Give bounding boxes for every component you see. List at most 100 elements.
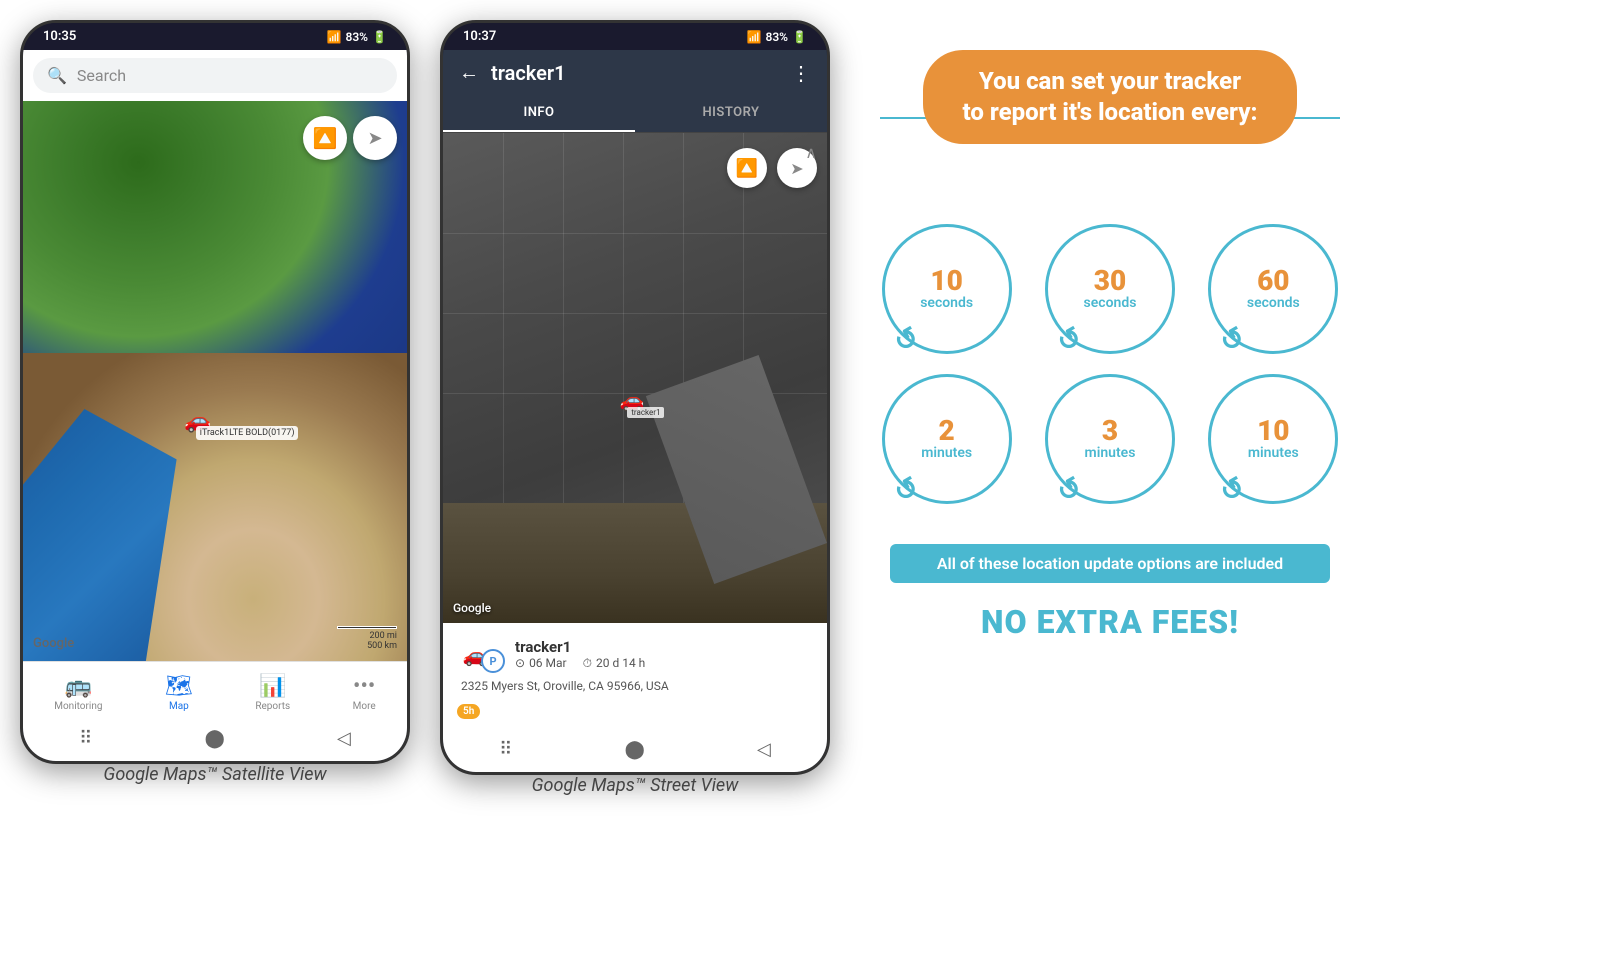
tab-history[interactable]: HISTORY (635, 95, 827, 132)
interval-10m-unit: minutes (1248, 445, 1299, 462)
phone1-wrapper: 10:35 📶 83% 🔋 🔍 Search (20, 20, 410, 785)
search-icon: 🔍 (47, 66, 67, 85)
tracker-address: 2325 Myers St, Oroville, CA 95966, USA (457, 679, 813, 693)
map-compass[interactable]: 🔼 (303, 116, 347, 160)
tracker-info-panel: 🚗 P tracker1 ⊙ 06 Mar ⏱ (443, 623, 827, 731)
tracker-label: iTrack1LTE BOLD(0177) (196, 426, 299, 440)
search-input[interactable]: Search (77, 66, 383, 85)
monitoring-icon: 🚌 (65, 674, 92, 699)
phone2-signal-icon: 📶 (747, 30, 762, 44)
phone1-bottom-nav: 🚌 Monitoring 🗺 Map 📊 Reports ••• More (23, 661, 407, 720)
phone1-search-area: 🔍 Search (23, 50, 407, 101)
phone2-time: 10:37 (463, 29, 496, 44)
no-fees-text: NO EXTRA FEES! (981, 603, 1239, 641)
phone1-signal-icon: 📶 (327, 30, 342, 44)
phone2-battery-icon: 🔋 (792, 30, 807, 44)
nav-map-label: Map (169, 701, 189, 712)
interval-30s-unit: seconds (1084, 295, 1137, 312)
interval-3m-number: 3 (1102, 417, 1118, 445)
nav-more[interactable]: ••• More (343, 670, 386, 716)
phone1-caption: Google Maps™ Satellite View (20, 764, 410, 785)
interval-60s-arrow: ↺ (1214, 319, 1251, 360)
phone1-map[interactable]: 🔼 ➤ 🚗 iTrack1LTE BOLD(0177) Google 200 m… (23, 101, 407, 661)
intervals-grid: 10 seconds ↺ 30 seconds ↺ 60 secon (880, 224, 1340, 504)
more-button[interactable]: ⋮ (791, 61, 811, 85)
main-layout: 10:35 📶 83% 🔋 🔍 Search (20, 20, 1360, 796)
tab-info[interactable]: INFO (443, 95, 635, 132)
interval-2m-number: 2 (939, 417, 955, 445)
more-icon: ••• (353, 674, 375, 699)
phone1-time: 10:35 (43, 29, 76, 44)
tracker-duration-item: ⏱ 20 d 14 h (583, 656, 646, 671)
interval-10s: 10 seconds ↺ (880, 224, 1013, 354)
interval-3m-unit: minutes (1085, 445, 1136, 462)
interval-3m: 3 minutes ↺ (1043, 374, 1176, 504)
scale-200mi: 200 mi (370, 631, 398, 641)
interval-circle-60s: 60 seconds ↺ (1208, 224, 1338, 354)
phone2-caption: Google Maps™ Street View (440, 775, 830, 796)
map-scale: 200 mi 500 km (337, 626, 397, 651)
interval-30s-arrow: ↺ (1051, 319, 1088, 360)
interval-10m: 10 minutes ↺ (1207, 374, 1340, 504)
interval-circle-3m: 3 minutes ↺ (1045, 374, 1175, 504)
phone2-wrapper: 10:37 📶 83% 🔋 ← tracker1 ⋮ INFO HI (440, 20, 830, 796)
interval-circle-30s: 30 seconds ↺ (1045, 224, 1175, 354)
interval-2m-unit: minutes (921, 445, 972, 462)
interval-30s-number: 30 (1094, 267, 1126, 295)
tracker-info-header: 🚗 P tracker1 ⊙ 06 Mar ⏱ (457, 635, 813, 673)
page-container: 10:35 📶 83% 🔋 🔍 Search (20, 20, 1360, 796)
map-compass2[interactable]: 🔼 (727, 148, 767, 188)
gesture2-recent[interactable]: ⠿ (499, 739, 512, 760)
gesture-recent[interactable]: ⠿ (79, 728, 92, 749)
tracker-icon-group: 🚗 P (457, 635, 505, 673)
back-button[interactable]: ← (459, 60, 479, 85)
tracker-date: 06 Mar (529, 656, 567, 670)
clock-icon: ⊙ (515, 656, 525, 670)
gesture-back[interactable]: ◁ (337, 728, 351, 749)
nav-monitoring[interactable]: 🚌 Monitoring (44, 670, 112, 716)
timer-icon: ⏱ (583, 656, 592, 671)
interval-10s-number: 10 (930, 267, 962, 295)
phone2-status-right: 📶 83% 🔋 (747, 30, 807, 44)
headline-text: You can set your trackerto report it's l… (963, 67, 1258, 126)
phone1-battery: 83% (345, 30, 368, 44)
interval-30s: 30 seconds ↺ (1043, 224, 1176, 354)
scroll-indicator[interactable]: ∧ (805, 143, 817, 162)
right-panel: You can set your trackerto report it's l… (860, 20, 1360, 671)
interval-10s-unit: seconds (920, 295, 973, 312)
phone1-battery-icon: 🔋 (372, 30, 387, 44)
map-direction[interactable]: ➤ (353, 116, 397, 160)
gesture-home[interactable]: ⬤ (205, 728, 225, 749)
interval-circle-2m: 2 minutes ↺ (882, 374, 1012, 504)
interval-60s: 60 seconds ↺ (1207, 224, 1340, 354)
interval-headline: You can set your trackerto report it's l… (923, 50, 1298, 144)
gesture2-home[interactable]: ⬤ (625, 739, 645, 760)
phone2-map[interactable]: 🚗 tracker1 🔼 ➤ Google ∧ (443, 133, 827, 623)
gesture2-back[interactable]: ◁ (757, 739, 771, 760)
interval-2m: 2 minutes ↺ (880, 374, 1013, 504)
tracker2-label: tracker1 (627, 407, 664, 418)
map-icon: 🗺 (165, 674, 193, 699)
nav-reports[interactable]: 📊 Reports (245, 670, 300, 716)
tracker-info-text: tracker1 ⊙ 06 Mar ⏱ 20 d 14 h (515, 638, 645, 671)
phone1-mockup: 10:35 📶 83% 🔋 🔍 Search (20, 20, 410, 764)
interval-10m-arrow: ↺ (1214, 469, 1251, 510)
scale-500km: 500 km (367, 641, 397, 651)
phone1-status-bar: 10:35 📶 83% 🔋 (23, 23, 407, 50)
interval-60s-number: 60 (1257, 267, 1289, 295)
interval-10m-number: 10 (1257, 417, 1289, 445)
nav-map[interactable]: 🗺 Map (155, 670, 203, 716)
no-fees-banner: All of these location update options are… (890, 544, 1330, 583)
phone1-gesture-bar: ⠿ ⬤ ◁ (23, 720, 407, 761)
phone1-search-bar[interactable]: 🔍 Search (33, 58, 397, 93)
headline-wrapper: You can set your trackerto report it's l… (880, 50, 1340, 184)
nav-more-label: More (353, 701, 376, 712)
phone2-status-bar: 10:37 📶 83% 🔋 (443, 23, 827, 50)
reports-icon: 📊 (259, 674, 286, 699)
interval-circle-10s: 10 seconds ↺ (882, 224, 1012, 354)
scale-bar (337, 626, 397, 629)
interval-3m-arrow: ↺ (1051, 469, 1088, 510)
tracker-time-badge: 5h (457, 704, 480, 719)
phone1-status-right: 📶 83% 🔋 (327, 30, 387, 44)
phone2-battery: 83% (765, 30, 788, 44)
